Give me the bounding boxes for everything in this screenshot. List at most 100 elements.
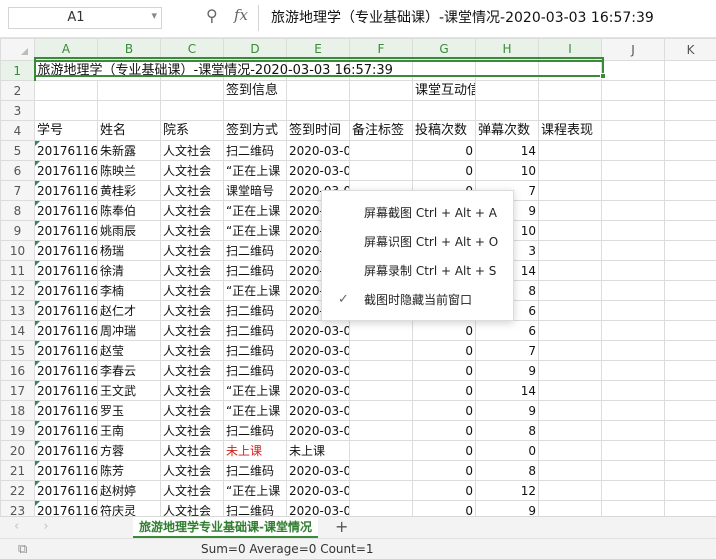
cell[interactable]: [160, 100, 224, 121]
cell[interactable]: 赵莹: [97, 340, 161, 361]
cell[interactable]: [286, 100, 350, 121]
cell[interactable]: 201761161: [34, 480, 98, 501]
sheet-nav-arrows-icon[interactable]: ‹ ›: [14, 519, 59, 534]
cell[interactable]: [601, 280, 665, 301]
cell[interactable]: 李楠: [97, 280, 161, 301]
cell[interactable]: 人文社会: [160, 260, 224, 281]
zoom-formula-icon[interactable]: ⚲: [206, 6, 218, 25]
cell[interactable]: [601, 120, 665, 141]
cell[interactable]: [349, 140, 413, 161]
cell[interactable]: 周冲瑞: [97, 320, 161, 341]
row-header[interactable]: 5: [0, 140, 35, 161]
cell[interactable]: [538, 360, 602, 381]
cell[interactable]: 201761161: [34, 380, 98, 401]
cell[interactable]: [601, 320, 665, 341]
cell[interactable]: 201761160: [34, 300, 98, 321]
cell[interactable]: 201761161: [34, 460, 98, 481]
cell[interactable]: 罗玉: [97, 400, 161, 421]
cell[interactable]: [97, 80, 161, 101]
cell[interactable]: 6: [475, 320, 539, 341]
cell[interactable]: [349, 420, 413, 441]
cell[interactable]: 扫二维码: [223, 300, 287, 321]
cell[interactable]: 201761160: [34, 260, 98, 281]
cell[interactable]: 201761161: [34, 340, 98, 361]
cell[interactable]: [601, 340, 665, 361]
row-header[interactable]: 3: [0, 100, 35, 121]
cell[interactable]: 签到方式: [223, 120, 287, 141]
cell[interactable]: [97, 100, 161, 121]
cell[interactable]: 12: [475, 480, 539, 501]
cell[interactable]: 扫二维码: [223, 260, 287, 281]
cell[interactable]: [664, 120, 716, 141]
cell[interactable]: 人文社会: [160, 280, 224, 301]
cell[interactable]: 0: [412, 400, 476, 421]
cell[interactable]: 陈奉伯: [97, 200, 161, 221]
cell[interactable]: [664, 280, 716, 301]
cell[interactable]: [601, 100, 665, 121]
cell[interactable]: [538, 460, 602, 481]
cell[interactable]: 201761161: [34, 400, 98, 421]
cell[interactable]: [664, 260, 716, 281]
add-sheet-button[interactable]: +: [335, 517, 348, 537]
cell[interactable]: [601, 80, 665, 101]
cell[interactable]: 2020-03-03 16:59:25: [286, 480, 350, 501]
cell[interactable]: 9: [475, 500, 539, 516]
cell[interactable]: 人文社会: [160, 380, 224, 401]
cell[interactable]: [664, 160, 716, 181]
cell[interactable]: [664, 140, 716, 161]
cell[interactable]: 14: [475, 140, 539, 161]
column-header-a[interactable]: A: [34, 38, 98, 62]
cell[interactable]: 陈芳: [97, 460, 161, 481]
cell[interactable]: [601, 160, 665, 181]
cell[interactable]: [664, 320, 716, 341]
cell[interactable]: 人文社会: [160, 420, 224, 441]
row-header[interactable]: 9: [0, 220, 35, 241]
cell[interactable]: 0: [412, 360, 476, 381]
cell[interactable]: [538, 220, 602, 241]
cell[interactable]: [664, 440, 716, 461]
cell[interactable]: [349, 480, 413, 501]
row-header[interactable]: 19: [0, 420, 35, 441]
cell[interactable]: 黄桂彩: [97, 180, 161, 201]
row-header[interactable]: 4: [0, 120, 35, 141]
cell[interactable]: “正在上课: [223, 220, 287, 241]
cell[interactable]: [349, 100, 413, 121]
cell[interactable]: [538, 260, 602, 281]
cell[interactable]: [538, 500, 602, 516]
cell[interactable]: [538, 240, 602, 261]
cell[interactable]: [601, 220, 665, 241]
cell[interactable]: 姓名: [97, 120, 161, 141]
cell[interactable]: 7: [475, 340, 539, 361]
cell[interactable]: [349, 320, 413, 341]
cell[interactable]: “正在上课: [223, 280, 287, 301]
cell[interactable]: [349, 340, 413, 361]
cell[interactable]: [601, 380, 665, 401]
cell[interactable]: [286, 80, 350, 101]
cell[interactable]: 人文社会: [160, 500, 224, 516]
cell[interactable]: 9: [475, 360, 539, 381]
column-header-f[interactable]: F: [349, 38, 413, 62]
cell[interactable]: 201761160: [34, 200, 98, 221]
row-header[interactable]: 23: [0, 500, 35, 516]
cell[interactable]: 14: [475, 380, 539, 401]
row-header[interactable]: 6: [0, 160, 35, 181]
row-header[interactable]: 18: [0, 400, 35, 421]
row-header[interactable]: 15: [0, 340, 35, 361]
cell[interactable]: “正在上课: [223, 480, 287, 501]
cell[interactable]: [475, 100, 539, 121]
cell[interactable]: 2020-03-03 16:59:14: [286, 360, 350, 381]
row-header[interactable]: 16: [0, 360, 35, 381]
cell[interactable]: [601, 60, 665, 81]
cell[interactable]: 人文社会: [160, 340, 224, 361]
row-header[interactable]: 22: [0, 480, 35, 501]
select-all-corner[interactable]: [0, 38, 35, 61]
name-box[interactable]: A1 ▾: [8, 7, 162, 29]
cell[interactable]: 2020-03-03 16:59:15: [286, 320, 350, 341]
cell[interactable]: 投稿次数: [412, 120, 476, 141]
cell[interactable]: [349, 460, 413, 481]
cell[interactable]: 0: [412, 460, 476, 481]
cell[interactable]: 旅游地理学（专业基础课）-课堂情况-2020-03-03 16:57:39: [34, 60, 393, 81]
cell[interactable]: [412, 100, 476, 121]
row-header[interactable]: 2: [0, 80, 35, 101]
cell[interactable]: [223, 100, 287, 121]
